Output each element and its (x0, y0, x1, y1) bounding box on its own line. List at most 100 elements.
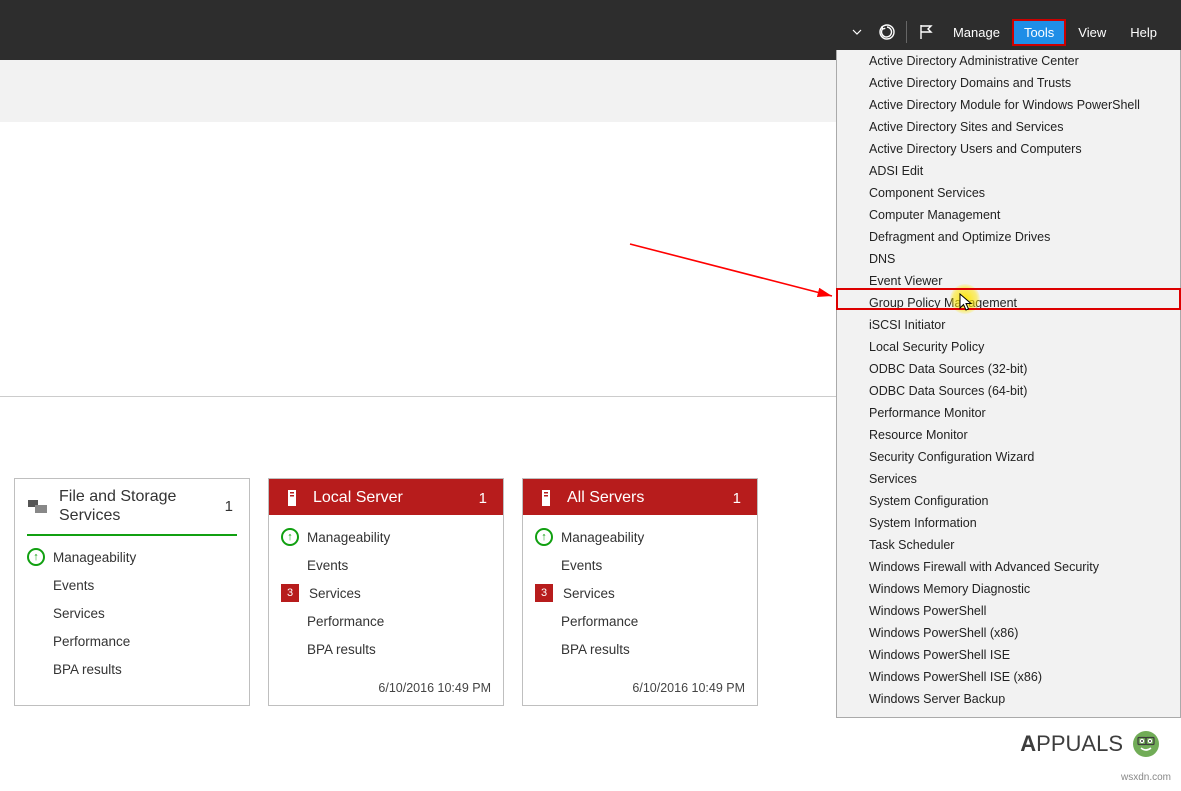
tools-menu-item[interactable]: Computer Management (837, 204, 1180, 226)
tile-row-label: Manageability (561, 530, 644, 545)
tools-menu-item[interactable]: Task Scheduler (837, 534, 1180, 556)
tools-menu-button[interactable]: Tools (1012, 19, 1066, 46)
tile-row[interactable]: Events (27, 571, 237, 599)
tile-row[interactable]: ↑ Manageability (27, 543, 237, 571)
tile-body: ↑Manageability Events 3 Services Performance… (523, 515, 757, 673)
row-icon-spacer (281, 640, 299, 658)
tools-menu-item[interactable]: Active Directory Users and Computers (837, 138, 1180, 160)
tile-row[interactable]: Events (281, 551, 491, 579)
tile-count: 1 (479, 490, 491, 507)
dashboard-tile-row: File and Storage Services 1 ↑ Manageability… (14, 478, 758, 706)
row-icon-spacer (535, 556, 553, 574)
watermark-text-rest: PPUALS (1036, 731, 1123, 756)
tile-row[interactable]: 3 Services (281, 579, 491, 607)
row-icon-spacer (535, 640, 553, 658)
tile-row[interactable]: BPA results (27, 655, 237, 683)
tools-menu-item[interactable]: Active Directory Domains and Trusts (837, 72, 1180, 94)
tile-title: File and Storage Services (59, 487, 215, 525)
tile-row-label: Events (561, 558, 602, 573)
tools-menu-item[interactable]: Windows Memory Diagnostic (837, 578, 1180, 600)
tools-menu-item[interactable]: Resource Monitor (837, 424, 1180, 446)
storage-icon (27, 495, 49, 517)
menubar-right-group: Manage Tools View Help (842, 18, 1169, 46)
tile-row-label: Events (53, 578, 94, 593)
manageability-up-icon: ↑ (27, 548, 45, 566)
tools-menu-item[interactable]: Defragment and Optimize Drives (837, 226, 1180, 248)
tools-menu-item[interactable]: Windows PowerShell ISE (837, 644, 1180, 666)
tile-row[interactable]: Performance (281, 607, 491, 635)
manage-menu[interactable]: Manage (941, 19, 1012, 46)
tools-menu-item[interactable]: Windows Server Backup (837, 688, 1180, 710)
tools-menu-item[interactable]: Windows Firewall with Advanced Security (837, 556, 1180, 578)
dropdown-caret-icon[interactable] (842, 18, 872, 46)
tile-header[interactable]: All Servers1 (523, 479, 757, 515)
tools-menu-item[interactable]: ODBC Data Sources (64-bit) (837, 380, 1180, 402)
tools-menu-item[interactable]: Windows PowerShell (837, 600, 1180, 622)
tools-menu-item[interactable]: Active Directory Module for Windows Powe… (837, 94, 1180, 116)
tools-menu-item[interactable]: System Information (837, 512, 1180, 534)
tile-row-label: Services (53, 606, 105, 621)
tile-row[interactable]: ↑Manageability (535, 523, 745, 551)
tools-menu-item[interactable]: Active Directory Administrative Center (837, 50, 1180, 72)
tile-header-underline (27, 534, 237, 536)
tile-row-label: Services (309, 586, 361, 601)
tools-menu-item[interactable]: System Configuration (837, 490, 1180, 512)
tools-menu-item[interactable]: ADSI Edit (837, 160, 1180, 182)
row-icon-spacer (535, 612, 553, 630)
tools-menu-item[interactable]: Event Viewer (837, 270, 1180, 292)
tile-row-label: BPA results (307, 642, 376, 657)
tile-row[interactable]: ↑ Manageability (281, 523, 491, 551)
attribution-text: wsxdn.com (1121, 772, 1171, 783)
tile-row-label: Manageability (307, 530, 390, 545)
watermark-text-a: A (1020, 731, 1036, 756)
server-icon (281, 487, 303, 509)
tools-menu-item[interactable]: ODBC Data Sources (32-bit) (837, 358, 1180, 380)
tile-row-label: Performance (53, 634, 130, 649)
tools-menu-item[interactable]: Windows PowerShell (x86) (837, 622, 1180, 644)
flag-notifications-icon[interactable] (911, 18, 941, 46)
tools-menu-item[interactable]: Active Directory Sites and Services (837, 116, 1180, 138)
tools-menu-item[interactable]: iSCSI Initiator (837, 314, 1180, 336)
tile-row-label: Performance (307, 614, 384, 629)
tools-menu-item[interactable]: Component Services (837, 182, 1180, 204)
row-icon-spacer (281, 556, 299, 574)
tile-row[interactable]: BPA results (281, 635, 491, 663)
tools-menu-item[interactable]: Security Configuration Wizard (837, 446, 1180, 468)
tools-dropdown-menu: Active Directory Administrative CenterAc… (836, 50, 1181, 718)
tile-count: 1 (225, 498, 237, 515)
tile-row[interactable]: 3 Services (535, 579, 745, 607)
tile-timestamp: 6/10/2016 10:49 PM (523, 673, 757, 705)
row-icon-spacer (281, 612, 299, 630)
row-icon-spacer (27, 604, 45, 622)
alert-count-badge: 3 (281, 584, 299, 602)
tile-header[interactable]: Local Server 1 (269, 479, 503, 515)
refresh-icon[interactable] (872, 18, 902, 46)
tools-menu-item[interactable]: Windows PowerShell ISE (x86) (837, 666, 1180, 688)
tools-menu-item[interactable]: Group Policy Management (837, 292, 1180, 314)
tile-row[interactable]: Services (27, 599, 237, 627)
tile-row-label: Manageability (53, 550, 136, 565)
view-menu[interactable]: View (1066, 19, 1118, 46)
dashboard-tile: Local Server 1 ↑ Manageability Events 3 Servic… (268, 478, 504, 706)
tile-row[interactable]: Performance (535, 607, 745, 635)
tools-menu-item[interactable]: Performance Monitor (837, 402, 1180, 424)
tools-menu-item[interactable]: Local Security Policy (837, 336, 1180, 358)
tile-title: Local Server (313, 488, 469, 507)
row-icon-spacer (27, 632, 45, 650)
help-menu[interactable]: Help (1118, 19, 1169, 46)
tile-row-label: Services (563, 586, 615, 601)
appuals-logo-icon (1129, 727, 1163, 761)
tile-row[interactable]: Events (535, 551, 745, 579)
tile-header[interactable]: File and Storage Services 1 (15, 479, 249, 535)
alert-count-badge: 3 (535, 584, 553, 602)
row-icon-spacer (27, 576, 45, 594)
tile-row[interactable]: BPA results (535, 635, 745, 663)
tools-menu-item[interactable]: DNS (837, 248, 1180, 270)
tile-count: 1 (733, 490, 745, 507)
server-icon (535, 487, 557, 509)
manageability-up-icon: ↑ (281, 528, 299, 546)
dashboard-tile: File and Storage Services 1 ↑ Manageability… (14, 478, 250, 706)
tools-menu-item[interactable]: Services (837, 468, 1180, 490)
tile-row[interactable]: Performance (27, 627, 237, 655)
menubar-divider (906, 21, 907, 43)
